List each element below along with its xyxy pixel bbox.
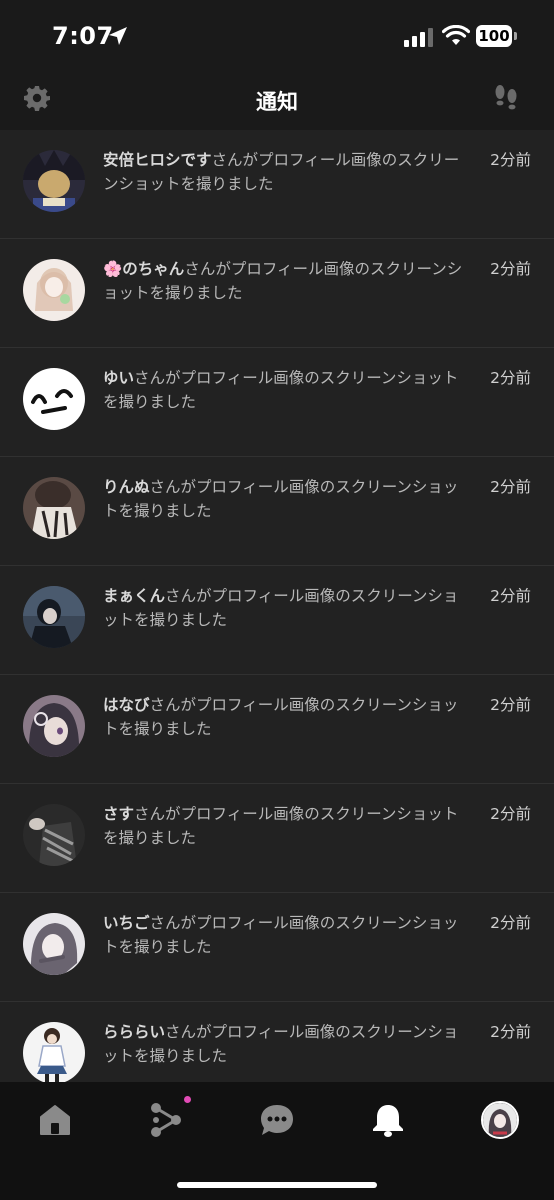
notification-username[interactable]: さす	[103, 805, 134, 823]
nav-notifications[interactable]	[368, 1100, 408, 1140]
notification-message: いちごさんがプロフィール画像のスクリーンショットを撮りました	[103, 911, 469, 959]
notification-item[interactable]: ゆいさんがプロフィール画像のスクリーンショットを撮りました 2分前	[0, 348, 554, 457]
notification-item[interactable]: いちごさんがプロフィール画像のスクリーンショットを撮りました 2分前	[0, 893, 554, 1002]
battery-tip	[514, 32, 517, 40]
notification-username[interactable]: 安倍ヒロシです	[103, 151, 212, 169]
notification-time: 2分前	[490, 587, 531, 605]
notification-item[interactable]: 安倍ヒロシですさんがプロフィール画像のスクリーンショットを撮りました 2分前	[0, 130, 554, 239]
notification-message: 安倍ヒロシですさんがプロフィール画像のスクリーンショットを撮りました	[103, 148, 469, 196]
signal-icon	[404, 28, 433, 47]
chat-icon	[261, 1105, 293, 1135]
notification-time: 2分前	[490, 914, 531, 932]
page-title: 通知	[256, 90, 298, 114]
battery-indicator: 100	[476, 25, 512, 47]
notification-text: さんがプロフィール画像のスクリーンショットを撮りました	[103, 696, 459, 738]
notification-time: 2分前	[490, 805, 531, 823]
notification-message: まぁくんさんがプロフィール画像のスクリーンショットを撮りました	[103, 584, 469, 632]
notification-badge	[184, 1096, 191, 1103]
notification-time: 2分前	[490, 1023, 531, 1041]
notification-username[interactable]: りんぬ	[103, 478, 150, 496]
notification-text: さんがプロフィール画像のスクリーンショットを撮りました	[103, 478, 459, 520]
user-avatar[interactable]	[23, 695, 85, 757]
notification-list: 安倍ヒロシですさんがプロフィール画像のスクリーンショットを撮りました 2分前 🌸…	[0, 130, 554, 1082]
nav-chat[interactable]	[257, 1100, 297, 1140]
user-avatar[interactable]	[23, 150, 85, 212]
nav-home[interactable]	[35, 1100, 75, 1140]
notification-message: ゆいさんがプロフィール画像のスクリーンショットを撮りました	[103, 366, 469, 414]
notification-username[interactable]: 🌸のちゃん	[103, 260, 184, 278]
home-indicator	[177, 1182, 377, 1188]
notification-username[interactable]: まぁくん	[103, 587, 165, 605]
notification-message: 🌸のちゃんさんがプロフィール画像のスクリーンショットを撮りました	[103, 257, 469, 305]
notification-username[interactable]: いちご	[103, 914, 150, 932]
notification-item[interactable]: さすさんがプロフィール画像のスクリーンショットを撮りました 2分前	[0, 784, 554, 893]
user-avatar[interactable]	[23, 586, 85, 648]
notification-username[interactable]: ゆい	[103, 369, 134, 387]
user-avatar[interactable]	[23, 477, 85, 539]
notification-message: りんぬさんがプロフィール画像のスクリーンショットを撮りました	[103, 475, 469, 523]
notification-message: らららいさんがプロフィール画像のスクリーンショットを撮りました	[103, 1020, 469, 1068]
notification-time: 2分前	[490, 151, 531, 169]
footprints-icon[interactable]	[492, 82, 520, 114]
notification-item[interactable]: らららいさんがプロフィール画像のスクリーンショットを撮りました 2分前	[0, 1002, 554, 1082]
notification-message: はなびさんがプロフィール画像のスクリーンショットを撮りました	[103, 693, 469, 741]
notification-text: さんがプロフィール画像のスクリーンショットを撮りました	[103, 805, 459, 847]
user-avatar[interactable]	[23, 368, 85, 430]
status-time: 7:07	[52, 22, 114, 50]
notification-time: 2分前	[490, 696, 531, 714]
notification-message: さすさんがプロフィール画像のスクリーンショットを撮りました	[103, 802, 469, 850]
user-avatar[interactable]	[23, 259, 85, 321]
notification-text: さんがプロフィール画像のスクリーンショットを撮りました	[103, 369, 459, 411]
notification-item[interactable]: まぁくんさんがプロフィール画像のスクリーンショットを撮りました 2分前	[0, 566, 554, 675]
bell-icon	[373, 1105, 403, 1137]
notification-text: さんがプロフィール画像のスクリーンショットを撮りました	[103, 914, 459, 956]
notification-time: 2分前	[490, 260, 531, 278]
notification-item[interactable]: 🌸のちゃんさんがプロフィール画像のスクリーンショットを撮りました 2分前	[0, 239, 554, 348]
profile-avatar-image	[483, 1103, 517, 1137]
notification-item[interactable]: りんぬさんがプロフィール画像のスクリーンショットを撮りました 2分前	[0, 457, 554, 566]
user-avatar[interactable]	[23, 804, 85, 866]
status-bar: 7:07 100	[0, 0, 554, 74]
notification-time: 2分前	[490, 369, 531, 387]
nav-profile-avatar[interactable]	[481, 1101, 519, 1139]
home-icon	[40, 1105, 70, 1135]
nav-connect[interactable]	[146, 1100, 186, 1140]
notification-username[interactable]: はなび	[103, 696, 150, 714]
header-bar: 通知	[0, 74, 554, 130]
user-avatar[interactable]	[23, 913, 85, 975]
notification-time: 2分前	[490, 478, 531, 496]
notification-username[interactable]: らららい	[103, 1023, 165, 1041]
notification-item[interactable]: はなびさんがプロフィール画像のスクリーンショットを撮りました 2分前	[0, 675, 554, 784]
connect-icon	[151, 1103, 181, 1137]
wifi-icon	[442, 25, 470, 45]
location-arrow-icon	[109, 27, 127, 45]
user-avatar[interactable]	[23, 1022, 85, 1082]
